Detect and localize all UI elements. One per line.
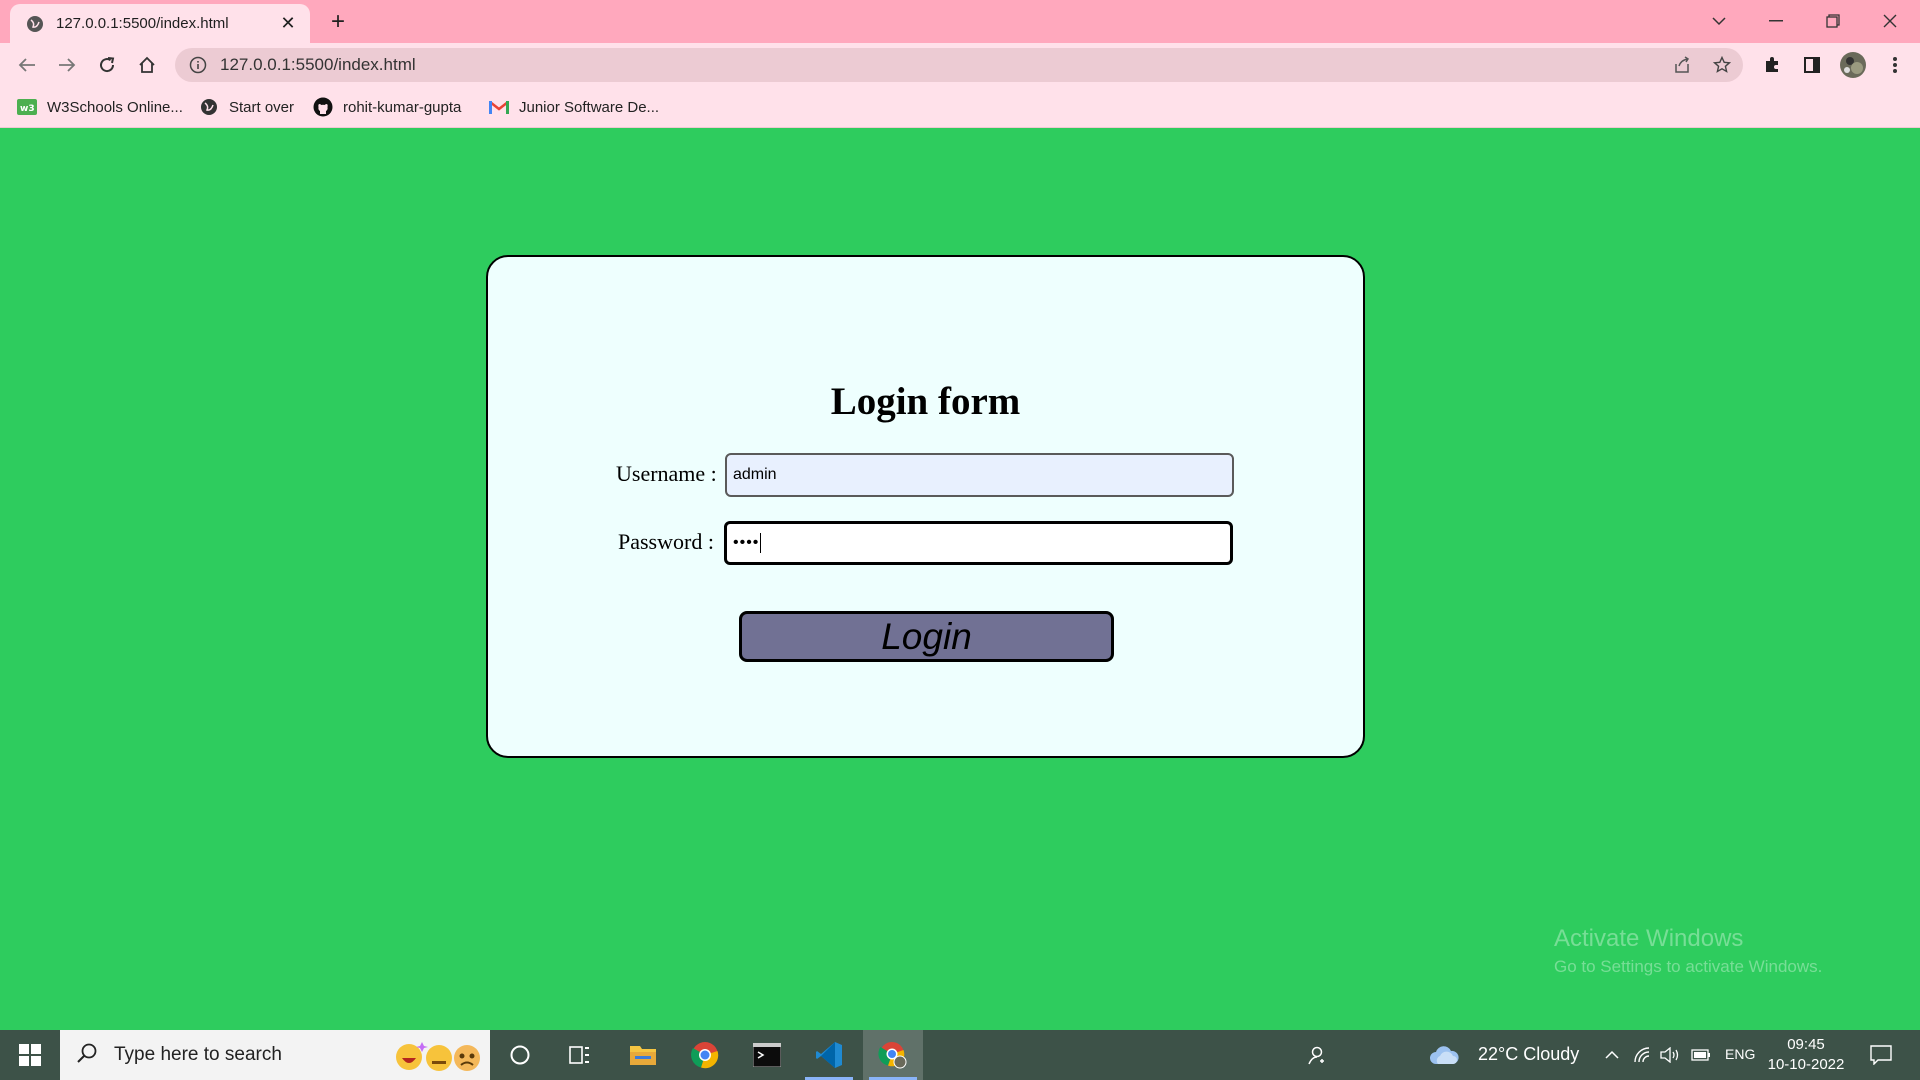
site-info-icon[interactable]: [189, 56, 207, 74]
taskbar: Type here to search 22°C Cloudy ENG 09:4…: [0, 1030, 1920, 1080]
minimize-button[interactable]: [1756, 6, 1796, 36]
search-highlight-emoji-icon: [394, 1038, 484, 1072]
bookmark-label: rohit-kumar-gupta: [343, 98, 462, 116]
bookmark-gmail[interactable]: Junior Software De...: [489, 95, 659, 119]
watermark-title: Activate Windows: [1554, 925, 1744, 952]
password-value: ••••: [733, 534, 760, 551]
chrome-icon[interactable]: [675, 1030, 735, 1080]
url-text: 127.0.0.1:5500/index.html: [220, 55, 416, 74]
tab-strip: 127.0.0.1:5500/index.html ✕ +: [0, 0, 1920, 43]
taskbar-search-box[interactable]: Type here to search: [60, 1030, 490, 1080]
login-button[interactable]: Login: [739, 611, 1114, 662]
browser-tab[interactable]: 127.0.0.1:5500/index.html ✕: [10, 4, 310, 43]
address-bar[interactable]: 127.0.0.1:5500/index.html: [175, 48, 1743, 82]
reload-button[interactable]: [92, 50, 122, 80]
clock-date: 10-10-2022: [1767, 1056, 1845, 1073]
bookmark-label: Junior Software De...: [519, 98, 660, 116]
network-icon[interactable]: [1630, 1030, 1654, 1080]
bookmark-start-over[interactable]: Start over: [199, 95, 294, 119]
clock-time: 09:45: [1787, 1036, 1825, 1053]
side-panel-icon[interactable]: [1797, 50, 1827, 80]
notifications-icon[interactable]: [1856, 1030, 1906, 1080]
w3schools-icon: w3: [17, 97, 37, 117]
username-input[interactable]: admin: [725, 453, 1234, 497]
search-icon: [76, 1042, 98, 1069]
svg-text:w3: w3: [20, 104, 35, 114]
more-menu-icon[interactable]: [1880, 50, 1910, 80]
cortana-icon[interactable]: [490, 1030, 550, 1080]
password-label: Password :: [618, 529, 714, 554]
profile-avatar[interactable]: [1838, 50, 1868, 80]
bookmark-label: W3Schools Online...: [47, 98, 183, 116]
tab-search-chevron-icon[interactable]: [1699, 6, 1739, 36]
people-icon[interactable]: [1286, 1030, 1346, 1080]
close-tab-icon[interactable]: ✕: [278, 13, 298, 34]
restore-button[interactable]: [1813, 6, 1853, 36]
username-label: Username :: [616, 461, 717, 486]
github-icon: [313, 97, 333, 117]
volume-icon[interactable]: [1658, 1030, 1682, 1080]
new-tab-button[interactable]: +: [325, 9, 351, 35]
bookmarks-bar: w3 W3Schools Online... Start over rohit-…: [0, 87, 1920, 128]
windows-start-icon[interactable]: [0, 1030, 60, 1080]
gmail-icon: [489, 97, 509, 117]
bookmark-star-icon[interactable]: [1707, 50, 1737, 80]
share-icon[interactable]: [1667, 50, 1697, 80]
globe-icon: [199, 97, 219, 117]
close-window-button[interactable]: [1870, 6, 1910, 36]
bookmark-w3schools[interactable]: w3 W3Schools Online...: [17, 95, 183, 119]
password-input[interactable]: ••••: [724, 521, 1233, 565]
bookmark-github[interactable]: rohit-kumar-gupta: [313, 95, 461, 119]
forward-button[interactable]: [52, 50, 82, 80]
extensions-puzzle-icon[interactable]: [1757, 50, 1787, 80]
weather-text[interactable]: 22°C Cloudy: [1478, 1044, 1579, 1065]
bookmark-label: Start over: [229, 98, 295, 116]
globe-icon: [26, 15, 44, 33]
text-caret: [760, 533, 762, 553]
file-explorer-icon[interactable]: [613, 1030, 673, 1080]
home-button[interactable]: [132, 50, 162, 80]
terminal-icon[interactable]: [737, 1030, 797, 1080]
login-card: Login form Username : admin Password : •…: [486, 255, 1365, 758]
browser-toolbar: 127.0.0.1:5500/index.html: [0, 43, 1920, 87]
form-title: Login form: [830, 380, 1021, 423]
tab-title: 127.0.0.1:5500/index.html: [56, 15, 229, 32]
back-button[interactable]: [12, 50, 42, 80]
language-indicator[interactable]: ENG: [1725, 1046, 1755, 1062]
battery-icon[interactable]: [1688, 1030, 1714, 1080]
clock[interactable]: 09:45 10-10-2022: [1766, 1035, 1846, 1075]
chrome-active-window-icon[interactable]: [863, 1030, 923, 1080]
watermark-subtitle: Go to Settings to activate Windows.: [1554, 957, 1823, 976]
task-view-icon[interactable]: [550, 1030, 610, 1080]
search-placeholder: Type here to search: [114, 1044, 282, 1065]
chevron-up-icon[interactable]: [1600, 1030, 1624, 1080]
activate-windows-watermark: Activate Windows Go to Settings to activ…: [1554, 925, 1822, 977]
username-value: admin: [733, 466, 777, 483]
vscode-icon[interactable]: [799, 1030, 859, 1080]
cloud-weather-icon[interactable]: [1424, 1030, 1464, 1080]
